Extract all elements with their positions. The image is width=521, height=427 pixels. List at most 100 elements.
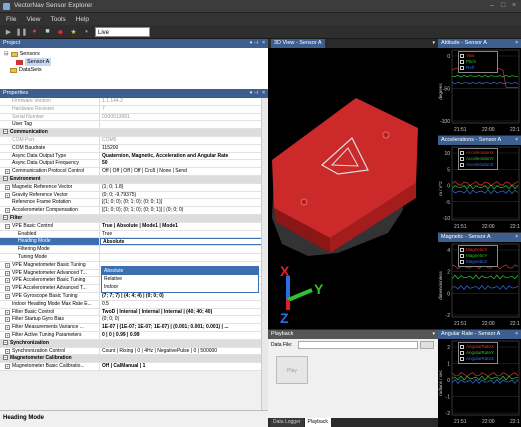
property-value[interactable]: Off | Off | Off | Off | Crc8 | None | Se…	[100, 168, 268, 175]
property-row[interactable]: COM Port COM5	[0, 136, 268, 145]
property-row[interactable]: Enabled True	[0, 230, 268, 239]
property-row[interactable]: Accelerometer Compensation + [(1; 0; 0); (…	[0, 207, 268, 215]
property-category[interactable]: − Filter	[0, 214, 268, 223]
property-row[interactable]: COM Baudrate 115200	[0, 144, 268, 153]
property-value[interactable]: (0; 0; 0)	[100, 316, 268, 324]
mode-select[interactable]: Live	[95, 26, 150, 37]
property-value[interactable]: Count | Rising | 0 | 4Hz | NegativePulse…	[100, 347, 268, 355]
pin-icon[interactable]: ▾ ⊣	[250, 39, 258, 48]
tree-item-sensors[interactable]: ⊟ Sensors	[4, 50, 264, 58]
star-icon[interactable]: ★	[69, 27, 78, 36]
property-row[interactable]: User Tag	[0, 121, 268, 130]
dropdown-arrow-icon[interactable]: ▾	[82, 27, 91, 36]
property-value[interactable]: Off | CalManual | 1	[100, 363, 268, 370]
property-value[interactable]: [(1; 0; 0); (0; 1; 0); (0; 0; 1)] | (0; …	[100, 207, 268, 214]
menu-tools[interactable]: Tools	[50, 16, 65, 23]
collapse-icon[interactable]: −	[3, 339, 8, 345]
expand-icon[interactable]: −	[5, 223, 10, 229]
property-value[interactable]: Quaternion, Magnetic, Acceleration and A…	[100, 152, 268, 160]
property-value[interactable]	[100, 121, 268, 129]
property-category[interactable]: − Synchronization	[0, 339, 268, 348]
expand-icon[interactable]: +	[5, 293, 10, 299]
data-file-input[interactable]	[298, 341, 418, 349]
property-row[interactable]: Indoor Heading Mode Max Rate E... 0.5	[0, 300, 268, 309]
expand-icon[interactable]: +	[5, 208, 10, 214]
expand-icon[interactable]: +	[5, 364, 10, 370]
property-row[interactable]: VPE Basic Control − True | Absolute | Mode…	[0, 222, 268, 231]
menu-view[interactable]: View	[26, 16, 40, 23]
property-row[interactable]: Serial Number 0100013681	[0, 113, 268, 122]
expand-icon[interactable]: +	[5, 317, 10, 323]
menu-file[interactable]: File	[6, 16, 16, 23]
property-row[interactable]: Filter Active Tuning Parameters +0 | 0 | …	[0, 331, 268, 340]
property-row[interactable]: Hardware Revision 7	[0, 105, 268, 114]
property-value[interactable]: (1; 0; 1.8)	[100, 183, 268, 191]
dropdown-option-absolute[interactable]: Absolute	[102, 267, 258, 275]
property-row[interactable]: Async Data Output Type Quaternion, Magnet…	[0, 152, 268, 161]
expand-icon[interactable]: +	[5, 184, 10, 190]
property-category[interactable]: − Magnetometer Calibration	[0, 355, 268, 364]
property-category[interactable]: − Environment	[0, 175, 268, 184]
expand-icon[interactable]: +	[5, 286, 10, 292]
menu-help[interactable]: Help	[76, 16, 89, 23]
view-3d-panel[interactable]: 3D View - Sensor A ▾ X Y Z	[268, 39, 438, 329]
play-icon[interactable]: ▶	[4, 27, 13, 36]
collapse-icon[interactable]: −	[3, 355, 8, 361]
property-category[interactable]: − Communication	[0, 129, 268, 137]
property-row[interactable]: Filter Measurements Variance ... +1E-07 |…	[0, 324, 268, 332]
property-row[interactable]: Reference Frame Rotation [(1; 0; 0); (0; …	[0, 199, 268, 208]
property-value[interactable]	[100, 253, 268, 261]
property-row[interactable]: Filter Startup Gyro Bias + (0; 0; 0)	[0, 316, 268, 325]
close-icon[interactable]: ×	[262, 89, 265, 98]
expand-icon[interactable]: +	[5, 192, 10, 198]
close-icon[interactable]: ×	[515, 233, 518, 242]
property-value[interactable]: 0 | 0 | 0.99 | 0.99	[100, 331, 268, 339]
property-value[interactable]: [(1; 0; 0); (0; 1; 0); (0; 0; 1)]	[100, 199, 268, 207]
heading-mode-select[interactable]: Absolute▾	[100, 238, 268, 246]
close-icon[interactable]: ×	[515, 39, 518, 48]
tree-item-datasets[interactable]: DataSets	[4, 66, 264, 74]
property-row[interactable]: Synchronization Control + Count | Rising |…	[0, 347, 268, 356]
expand-icon[interactable]: +	[5, 278, 10, 284]
expand-icon[interactable]: +	[5, 270, 10, 276]
expand-icon[interactable]: +	[5, 325, 10, 331]
property-row[interactable]: Heading Mode Absolute▾	[0, 238, 268, 247]
property-value[interactable]: TwoD | Internal | Internal | Internal | …	[100, 308, 268, 316]
dropdown-icon[interactable]: ▾	[432, 39, 435, 48]
tab-data-logger[interactable]: Data Logger	[270, 418, 304, 427]
sensor-icon[interactable]: ◆	[56, 27, 65, 36]
close-icon[interactable]: ×	[515, 136, 518, 145]
property-value[interactable]: 1E-07 | (1E-07; 1E-07; 1E-07) | (0.001; …	[100, 324, 268, 331]
property-row[interactable]: VPE Gyroscope Basic Tuning + (7; 7; 7) | (…	[0, 292, 268, 301]
property-row[interactable]: Firmware Version 1.1.144.2	[0, 98, 268, 106]
dropdown-option-indoor[interactable]: Indoor	[102, 283, 258, 291]
maximize-icon[interactable]: □	[499, 2, 507, 10]
property-row[interactable]: Magnetic Reference Vector + (1; 0; 1.8)	[0, 183, 268, 192]
property-row[interactable]: Filter Basic Control + TwoD | Internal | I…	[0, 308, 268, 317]
expand-icon[interactable]: +	[5, 262, 10, 268]
stop-icon[interactable]: ■	[43, 27, 52, 36]
expand-icon[interactable]: +	[5, 348, 10, 354]
tree-item-sensor-a[interactable]: Sensor A	[4, 58, 264, 66]
property-value[interactable]	[100, 246, 268, 253]
close-icon[interactable]: ×	[510, 2, 518, 10]
browse-button[interactable]	[420, 341, 434, 349]
property-value[interactable]: 115200	[100, 144, 268, 152]
property-value[interactable]: 50	[100, 160, 268, 168]
properties-scrollbar[interactable]	[261, 98, 268, 410]
play-button[interactable]: Play	[276, 356, 308, 384]
property-row[interactable]: Tuning Mode	[0, 253, 268, 262]
collapse-icon[interactable]: −	[3, 129, 8, 135]
collapse-icon[interactable]: −	[3, 214, 8, 220]
close-icon[interactable]: ▾	[432, 330, 435, 339]
expand-icon[interactable]: +	[5, 332, 10, 338]
pause-icon[interactable]: ❚❚	[16, 27, 28, 36]
property-value[interactable]: True	[100, 230, 268, 238]
pin-icon[interactable]: ▾ ⊣	[250, 89, 258, 98]
property-row[interactable]: Magnetometer Basic Calibratio... + Off | C…	[0, 363, 268, 371]
record-icon[interactable]: ●	[30, 27, 39, 36]
property-value[interactable]: (0; 0; -9.79375)	[100, 191, 268, 199]
collapse-icon[interactable]: −	[3, 175, 8, 181]
close-icon[interactable]: ×	[515, 330, 518, 339]
property-row[interactable]: Async Data Output Frequency 50	[0, 160, 268, 169]
